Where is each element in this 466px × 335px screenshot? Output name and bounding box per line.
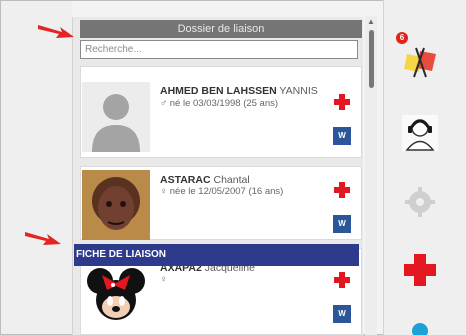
patient-birth: ♂ né le 03/03/1998 (25 ans) <box>160 98 279 109</box>
search-input[interactable] <box>80 40 358 59</box>
medical-cross-icon[interactable] <box>333 271 351 289</box>
scroll-thumb[interactable] <box>369 30 374 88</box>
medical-cross-icon[interactable] <box>333 181 351 199</box>
word-doc-icon[interactable]: W <box>333 215 351 233</box>
fiche-de-liaison-banner[interactable]: FICHE DE LIAISON <box>74 244 359 266</box>
patient-name: ASTARAC Chantal <box>160 174 250 186</box>
avatar-photo <box>82 170 150 240</box>
avatar-placeholder <box>82 82 150 152</box>
red-arrow-icon <box>25 232 61 245</box>
patient-birth: ♀ née le 12/05/2007 (16 ans) <box>160 186 284 197</box>
support-agent-icon[interactable] <box>402 115 438 151</box>
user-icon[interactable] <box>410 321 430 335</box>
flags-icon[interactable] <box>402 44 438 80</box>
patient-name: AHMED BEN LAHSSEN YANNIS <box>160 85 318 97</box>
notification-badge: 6 <box>396 32 408 44</box>
word-doc-icon[interactable]: W <box>333 127 351 145</box>
medical-cross-icon[interactable] <box>402 252 438 288</box>
gear-icon[interactable] <box>402 184 438 220</box>
medical-cross-icon[interactable] <box>333 93 351 111</box>
patient-birth: ♀ <box>160 274 168 285</box>
red-arrow-icon <box>38 25 74 38</box>
avatar-minnie <box>82 262 150 332</box>
left-margin <box>1 1 72 334</box>
panel-title: Dossier de liaison <box>80 20 362 38</box>
word-doc-icon[interactable]: W <box>333 305 351 323</box>
scroll-up-icon[interactable]: ▲ <box>367 18 375 26</box>
